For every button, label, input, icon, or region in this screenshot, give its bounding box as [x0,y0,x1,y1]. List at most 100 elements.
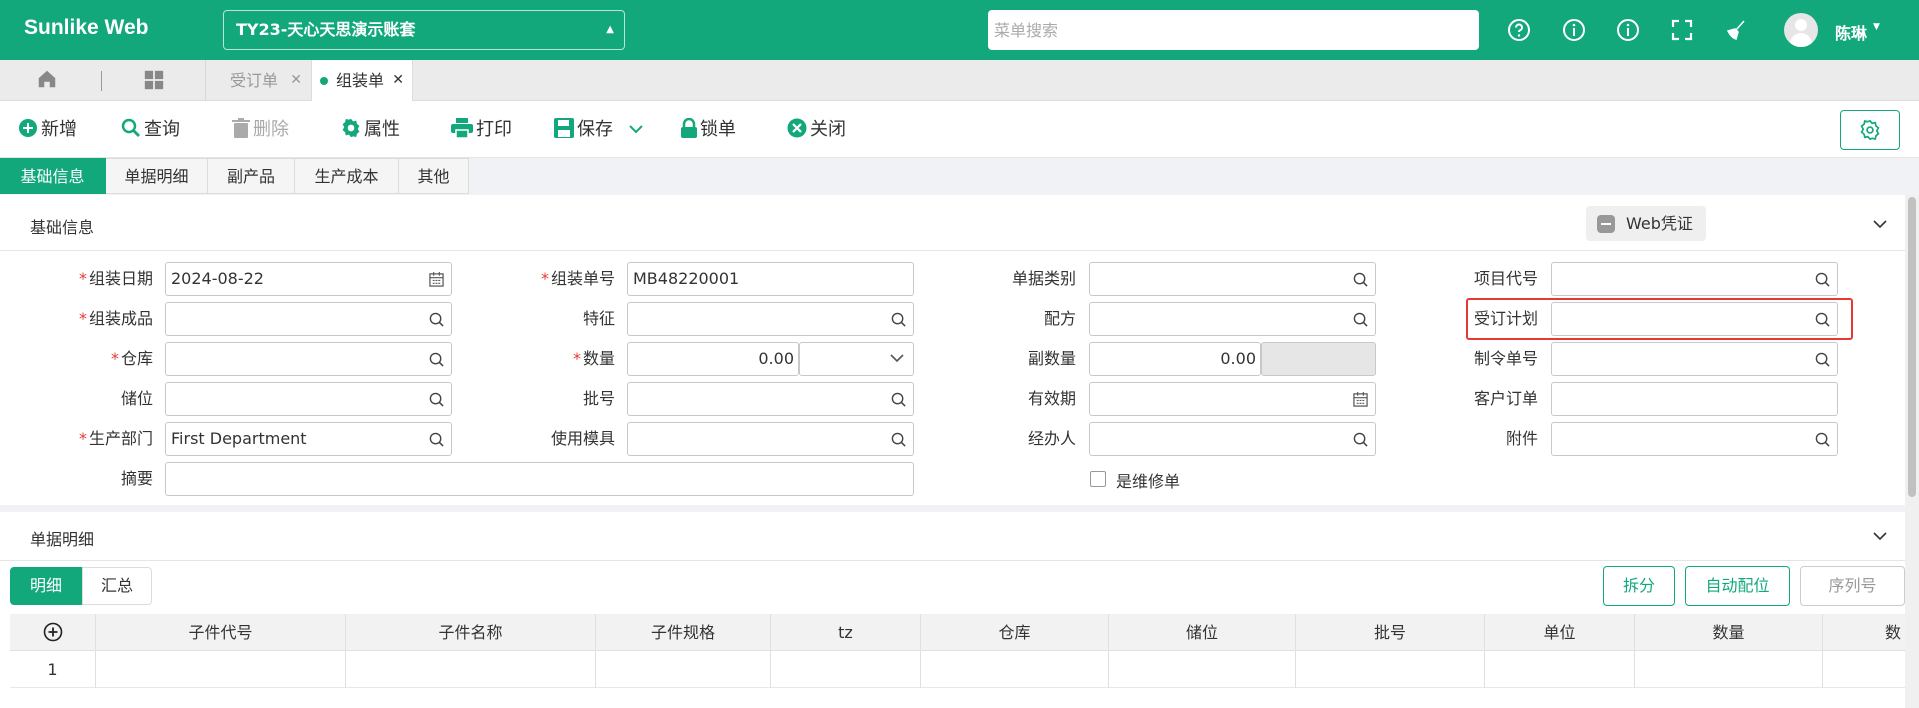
dept-field[interactable]: First Department [165,422,452,456]
serial-number-button[interactable]: 序列号 [1800,566,1905,606]
sub-quantity-label: 副数量 [1027,349,1076,368]
search-icon[interactable] [429,312,444,327]
search-icon[interactable] [1353,272,1368,287]
search-icon[interactable] [891,312,906,327]
search-icon[interactable] [429,432,444,447]
add-circle-icon[interactable] [43,622,63,642]
assembly-product-label: * 组装成品 [78,309,153,328]
tab-document-detail[interactable]: 单据明细 [106,158,208,194]
formula-field[interactable] [1089,302,1376,336]
apps-grid-icon[interactable] [143,69,165,91]
clean-icon[interactable] [1724,18,1748,42]
column-header[interactable]: 子件规格 [596,614,771,651]
attachment-label: 附件 [1505,429,1538,448]
account-selector[interactable]: TY23-天心天思演示账套 ▲ [223,10,625,50]
unit-select[interactable] [799,342,914,376]
customer-order-label: 客户订单 [1473,389,1538,408]
attachment-field[interactable] [1551,422,1838,456]
column-header[interactable]: 数量 [1635,614,1823,651]
print-button[interactable]: 打印 [451,118,512,142]
tab-other[interactable]: 其他 [399,158,469,194]
search-icon[interactable] [1815,352,1830,367]
scrollbar-thumb[interactable] [1908,197,1916,497]
about-icon[interactable] [1616,18,1640,42]
add-row-cell[interactable] [10,614,96,651]
feature-field[interactable] [627,302,914,336]
search-icon[interactable] [1815,272,1830,287]
assembly-product-field[interactable] [165,302,452,336]
sub-quantity-field[interactable]: 0.00 [1089,342,1261,376]
chevron-down-icon[interactable] [1873,529,1887,543]
tab-production-cost[interactable]: 生产成本 [295,158,399,194]
tab-by-products[interactable]: 副产品 [208,158,295,194]
tab-basic-info[interactable]: 基础信息 [0,158,106,194]
warehouse-field[interactable] [165,342,452,376]
fullscreen-icon[interactable] [1670,18,1694,42]
search-icon[interactable] [429,392,444,407]
help-icon[interactable] [1507,18,1531,42]
tab-assembly-order[interactable]: 组装单 ✕ [311,60,413,101]
chevron-down-icon[interactable] [629,124,643,134]
assembly-date-field[interactable]: 2024-08-22 [165,262,452,296]
close-icon[interactable]: ✕ [392,60,404,101]
chevron-down-icon[interactable] [1873,217,1887,231]
column-header[interactable]: 仓库 [921,614,1109,651]
query-button[interactable]: 查询 [121,118,180,142]
quantity-field[interactable]: 0.00 [627,342,799,376]
search-icon[interactable] [891,392,906,407]
save-button[interactable]: 保存 [554,118,646,142]
batch-no-field[interactable] [627,382,914,416]
column-header[interactable]: 储位 [1109,614,1296,651]
new-button[interactable]: 新增 [18,118,77,142]
lock-button[interactable]: 锁单 [681,117,736,142]
doc-category-field[interactable] [1089,262,1376,296]
calendar-icon[interactable] [429,272,444,287]
close-button[interactable]: 关闭 [787,118,846,142]
page-scrollbar[interactable] [1905,195,1919,708]
search-icon [121,118,140,137]
home-icon[interactable] [36,68,58,90]
expiry-field[interactable] [1089,382,1376,416]
summary-field[interactable] [165,462,914,496]
customer-order-field[interactable] [1551,382,1838,416]
handler-field[interactable] [1089,422,1376,456]
auto-allocate-button[interactable]: 自动配位 [1685,566,1790,606]
assembly-no-field[interactable]: MB48220001 [627,262,914,296]
column-header[interactable]: tz [771,614,921,651]
search-icon[interactable] [429,352,444,367]
search-icon[interactable] [891,432,906,447]
column-header[interactable]: 批号 [1296,614,1485,651]
chevron-down-icon[interactable] [890,353,904,363]
column-header[interactable]: 数 [1823,614,1905,651]
is-repair-checkbox[interactable] [1090,471,1106,487]
calendar-icon[interactable] [1353,392,1368,407]
info-icon[interactable] [1562,18,1586,42]
location-field[interactable] [165,382,452,416]
subtab-summary[interactable]: 汇总 [82,567,152,605]
work-order-field[interactable] [1551,342,1838,376]
properties-button[interactable]: 属性 [341,118,400,142]
work-order-label: 制令单号 [1473,349,1538,368]
handler-label: 经办人 [1027,429,1076,448]
subtab-detail[interactable]: 明细 [10,567,82,605]
close-icon[interactable]: ✕ [290,60,302,101]
tab-sales-order[interactable]: 受订单 ✕ [206,60,310,101]
column-header[interactable]: 单位 [1485,614,1635,651]
column-header[interactable]: 子件名称 [346,614,596,651]
project-code-label: 项目代号 [1473,269,1538,288]
caret-down-icon[interactable]: ▼ [1873,22,1880,32]
avatar[interactable] [1784,13,1818,47]
split-button[interactable]: 拆分 [1603,566,1675,606]
mold-field[interactable] [627,422,914,456]
column-header[interactable]: 子件代号 [96,614,346,651]
search-icon[interactable] [1815,432,1830,447]
delete-button[interactable]: 删除 [232,118,289,142]
menu-search-input[interactable] [988,10,1479,50]
search-icon[interactable] [1353,312,1368,327]
project-code-field[interactable] [1551,262,1838,296]
settings-button[interactable] [1840,110,1900,150]
table-row[interactable]: 1 [10,651,1905,688]
search-icon[interactable] [1353,432,1368,447]
user-name[interactable]: 陈琳 [1835,20,1867,44]
web-voucher-button[interactable]: Web凭证 [1586,206,1706,241]
